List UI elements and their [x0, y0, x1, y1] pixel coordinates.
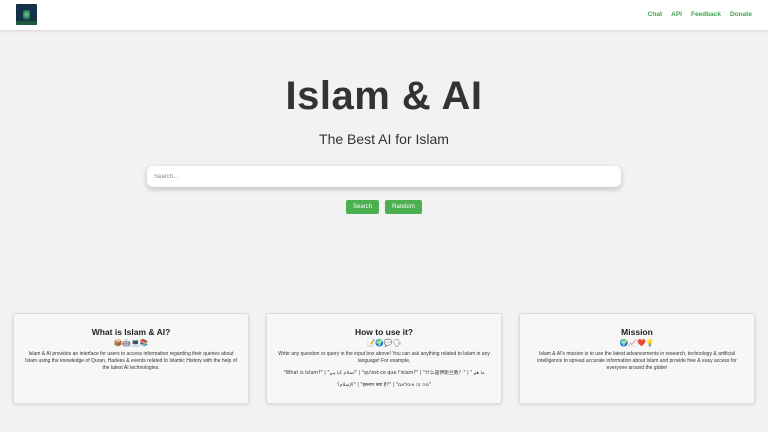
search-button[interactable]: Search — [346, 200, 379, 214]
site-logo[interactable] — [16, 4, 37, 25]
card-text: Write any question or query in the input… — [278, 351, 490, 364]
search-input[interactable] — [147, 166, 621, 187]
nav-link-chat[interactable]: Chat — [648, 11, 662, 18]
card-text: Islam & AI's mission is to use the lates… — [537, 351, 737, 371]
hero-subtitle: The Best AI for Islam — [319, 131, 449, 147]
card-emoji-icons: 🌍📈❤️💡 — [619, 339, 655, 347]
card-text: Islam & AI provides an interface for use… — [25, 351, 237, 371]
nav-links: Chat API Feedback Donate — [648, 11, 752, 18]
example-line: الإسلام؟" | "इस्लाम क्या है?" | "מה זה א… — [337, 383, 431, 388]
info-card-how-to-use: How to use it? 📝🌍💬🗣 Write any question o… — [266, 313, 502, 404]
top-navbar: Chat API Feedback Donate — [0, 0, 768, 30]
card-title: Mission — [621, 327, 653, 337]
example-line: "What is Islam?" | "اسلام کیا ہے" | "qu'… — [283, 371, 485, 376]
nav-link-api[interactable]: API — [671, 11, 682, 18]
random-button[interactable]: Random — [385, 200, 422, 214]
info-card-what-is: What is Islam & AI? 📦🤖💻📚 Islam & AI prov… — [13, 313, 249, 404]
nav-link-feedback[interactable]: Feedback — [691, 11, 721, 18]
card-emoji-icons: 📝🌍💬🗣 — [366, 339, 402, 347]
logo-glow — [23, 10, 30, 21]
card-emoji-icons: 📦🤖💻📚 — [113, 339, 149, 347]
hero-title: Islam & AI — [285, 74, 483, 118]
card-examples: "What is Islam?" | "اسلام کیا ہے" | "qu'… — [275, 368, 493, 392]
nav-link-donate[interactable]: Donate — [730, 11, 752, 18]
info-card-mission: Mission 🌍📈❤️💡 Islam & AI's mission is to… — [519, 313, 755, 404]
card-title: What is Islam & AI? — [91, 327, 171, 337]
card-title: How to use it? — [354, 327, 414, 337]
logo-base — [16, 21, 37, 25]
